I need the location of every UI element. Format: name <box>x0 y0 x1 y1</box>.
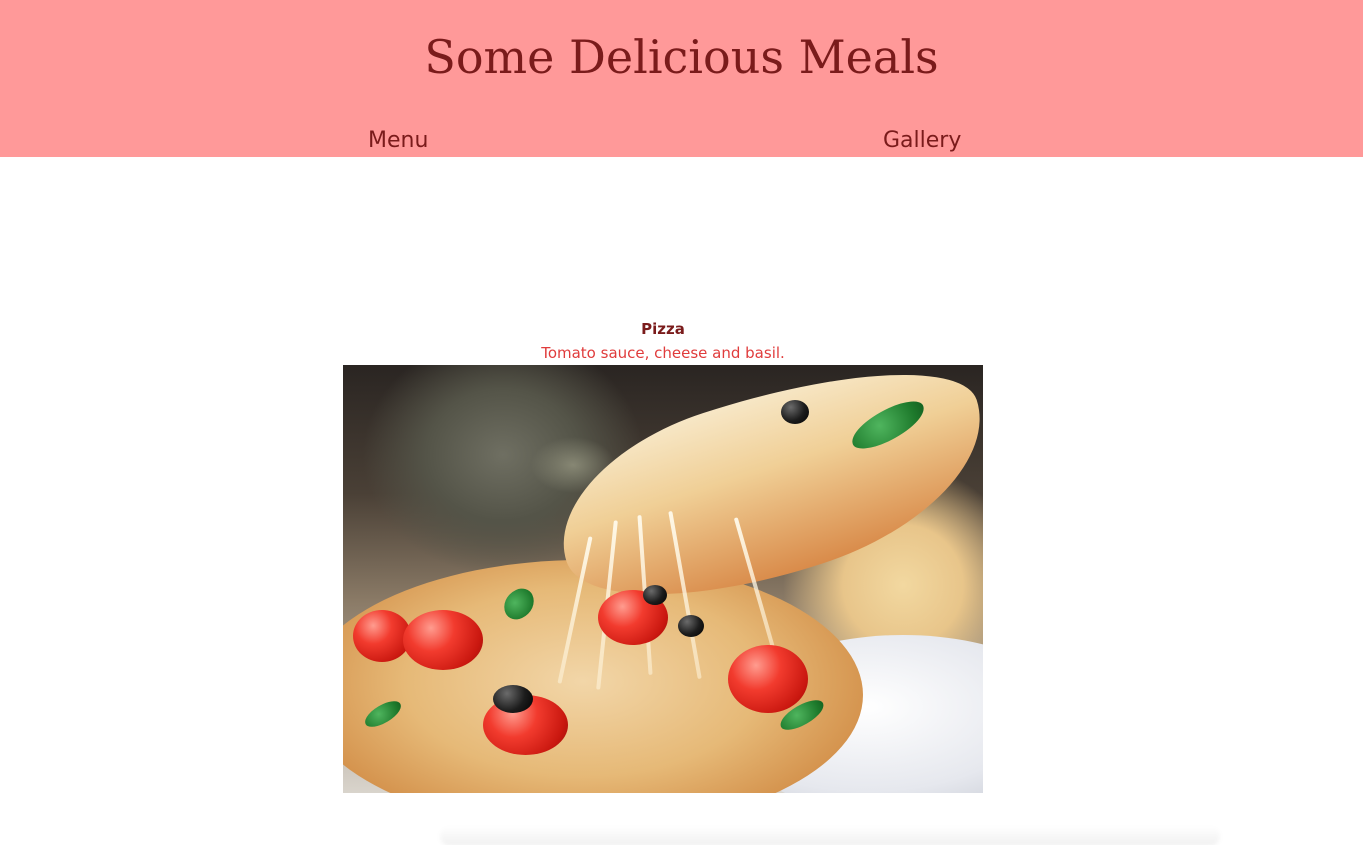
site-title: Some Delicious Meals <box>424 30 939 84</box>
olive <box>643 585 667 605</box>
site-header: Some Delicious Meals Menu Gallery <box>0 0 1363 157</box>
nav-link-gallery[interactable]: Gallery <box>883 126 961 156</box>
footer-shadow <box>440 826 1220 845</box>
tomato-slice <box>728 645 808 713</box>
olive <box>781 400 809 424</box>
menu-item-card: Pizza Tomato sauce, cheese and basil. <box>343 318 983 364</box>
olive <box>678 615 704 637</box>
olive <box>493 685 533 713</box>
pizza-photo <box>343 365 983 793</box>
menu-item-title: Pizza <box>641 320 685 338</box>
tomato-slice <box>403 610 483 670</box>
menu-item-description: Tomato sauce, cheese and basil. <box>541 344 785 362</box>
nav-link-menu[interactable]: Menu <box>368 126 428 156</box>
